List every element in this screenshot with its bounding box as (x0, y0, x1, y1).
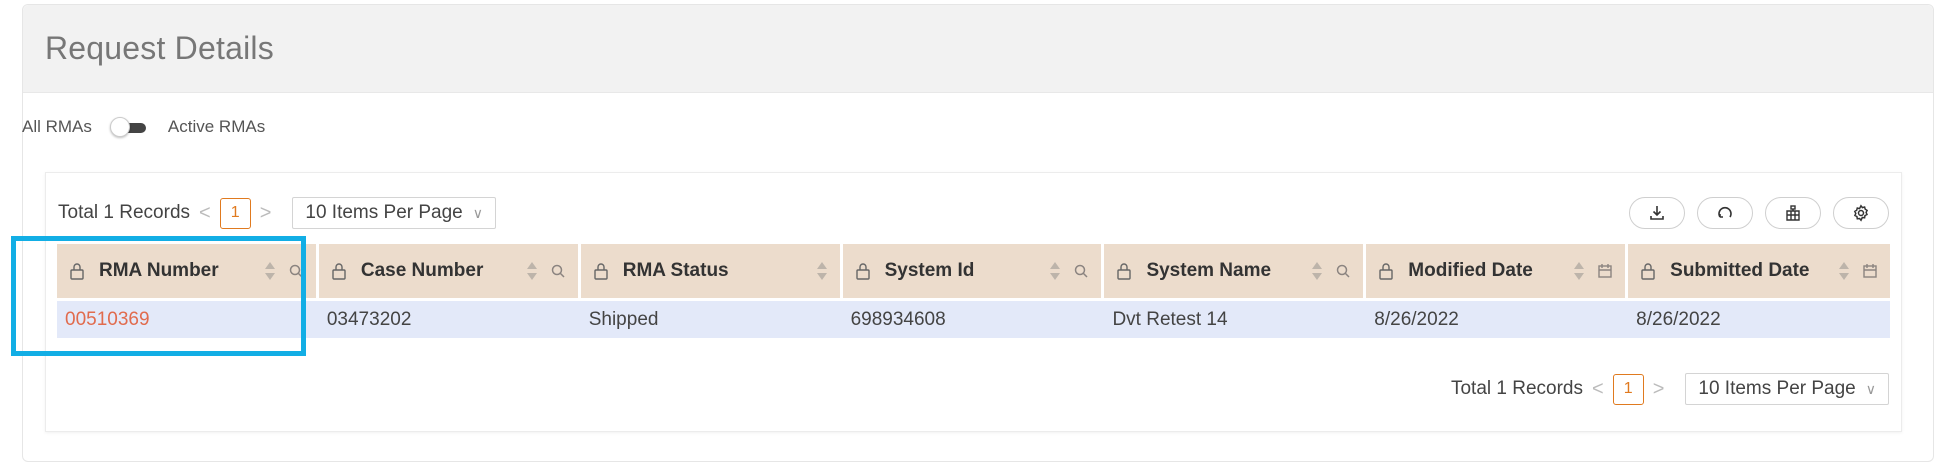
lock-icon (1641, 263, 1655, 280)
prev-page-button[interactable]: < (1592, 378, 1604, 401)
rma-status-cell: Shipped (588, 308, 659, 330)
search-icon[interactable] (288, 263, 304, 279)
calendar-icon[interactable] (1597, 263, 1613, 279)
column-header-case-number[interactable]: Case Number (319, 244, 581, 298)
grid-toolbar (1629, 197, 1889, 229)
items-per-page-value: 10 Items Per Page (305, 202, 463, 223)
column-header-submitted-date[interactable]: Submitted Date (1628, 244, 1890, 298)
search-icon[interactable] (550, 263, 566, 279)
system-name-cell: Dvt Retest 14 (1112, 308, 1228, 330)
chevron-down-icon: ∨ (472, 204, 484, 221)
table-row[interactable]: 00510369 03473202 Shipped 698934608 Dvt … (57, 301, 1890, 338)
items-per-page-value: 10 Items Per Page (1698, 378, 1856, 399)
current-page-button[interactable]: 1 (1612, 373, 1644, 405)
rma-filter-toggle-row: All RMAs Active RMAs (22, 117, 265, 137)
case-number-cell: 03473202 (326, 308, 412, 330)
total-records-label: Total 1 Records (58, 202, 191, 223)
column-label: RMA Status (622, 260, 729, 281)
rma-table: RMA Number Case Number RMA Status System… (57, 244, 1890, 338)
sort-icon[interactable] (526, 259, 538, 283)
prev-page-button[interactable]: < (199, 202, 211, 225)
active-rmas-label: Active RMAs (167, 117, 266, 136)
all-rmas-label: All RMAs (22, 117, 92, 136)
search-icon[interactable] (1073, 263, 1089, 279)
next-page-button[interactable]: > (260, 202, 272, 225)
rma-filter-toggle[interactable] (109, 117, 148, 137)
column-header-rma-number[interactable]: RMA Number (57, 244, 319, 298)
table-header: RMA Number Case Number RMA Status System… (57, 244, 1890, 298)
lock-icon (1379, 263, 1393, 280)
current-page-button[interactable]: 1 (219, 197, 251, 229)
column-label: RMA Number (99, 260, 219, 281)
rma-number-link[interactable]: 00510369 (57, 301, 319, 338)
lock-icon (332, 263, 346, 280)
column-label: System Name (1146, 260, 1272, 281)
sort-icon[interactable] (1049, 259, 1061, 283)
toggle-knob (109, 117, 130, 137)
panel-header: Request Details (23, 5, 1933, 93)
items-per-page-select[interactable]: 10 Items Per Page ∨ (292, 197, 497, 229)
column-header-system-name[interactable]: System Name (1104, 244, 1367, 298)
sort-icon[interactable] (1838, 259, 1850, 283)
column-header-modified-date[interactable]: Modified Date (1366, 244, 1629, 298)
chevron-down-icon: ∨ (1865, 380, 1876, 397)
sort-icon[interactable] (1573, 259, 1585, 283)
next-page-button[interactable]: > (1653, 378, 1665, 401)
total-records-label: Total 1 Records (1450, 378, 1583, 399)
sort-icon[interactable] (816, 259, 828, 283)
sort-icon[interactable] (1311, 259, 1323, 283)
items-per-page-select[interactable]: 10 Items Per Page ∨ (1685, 373, 1889, 405)
lock-icon (1117, 263, 1132, 280)
search-icon[interactable] (1335, 263, 1351, 279)
calendar-icon[interactable] (1862, 263, 1878, 279)
lock-icon (70, 263, 84, 280)
column-chooser-button[interactable] (1765, 197, 1821, 229)
column-label: Modified Date (1408, 260, 1533, 281)
table-body: 00510369 03473202 Shipped 698934608 Dvt … (57, 301, 1890, 338)
refresh-button[interactable] (1697, 197, 1753, 229)
lock-icon (594, 263, 608, 280)
column-label: System Id (884, 260, 975, 281)
download-icon (1650, 206, 1664, 220)
submitted-date-cell: 8/26/2022 (1636, 308, 1721, 330)
column-header-system-id[interactable]: System Id (843, 244, 1105, 298)
column-label: Case Number (360, 260, 484, 281)
top-pager: Total 1 Records < 1 > 10 Items Per Page … (58, 197, 497, 229)
refresh-icon (1718, 206, 1732, 218)
lock-icon (855, 263, 870, 280)
rma-grid: Total 1 Records < 1 > 10 Items Per Page … (45, 172, 1902, 432)
page-title: Request Details (45, 30, 274, 66)
system-id-cell: 698934608 (850, 308, 946, 330)
column-label: Submitted Date (1670, 260, 1810, 281)
download-button[interactable] (1629, 197, 1685, 229)
settings-icon (1853, 204, 1869, 222)
bottom-pager: Total 1 Records < 1 > 10 Items Per Page … (1451, 373, 1889, 405)
settings-button[interactable] (1833, 197, 1889, 229)
column-header-rma-status[interactable]: RMA Status (581, 244, 843, 298)
modified-date-cell: 8/26/2022 (1374, 308, 1459, 330)
column-chooser-icon (1786, 205, 1800, 221)
sort-icon[interactable] (264, 259, 276, 283)
